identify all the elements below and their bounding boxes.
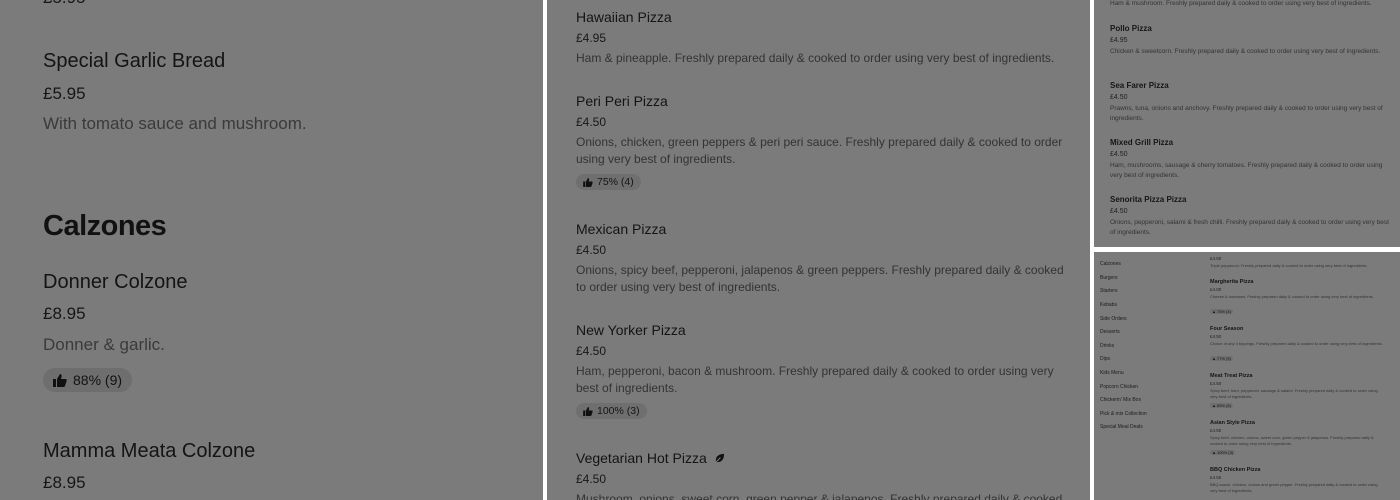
item-description: Ham, pepperoni, bacon & mushroom. Freshl… (576, 364, 1054, 395)
item-name: Pollo Pizza (1110, 24, 1152, 33)
menu-panel-large: £5.95 Special Garlic Bread £5.95 With to… (0, 0, 543, 500)
sidebar-item-burgers[interactable]: Burgers (1100, 275, 1118, 281)
item-name: Sea Farer Pizza (1110, 81, 1169, 90)
thumbs-up-icon (583, 177, 593, 187)
item-price: £8.95 (43, 473, 86, 492)
sidebar-item-drinks[interactable]: Drinks (1100, 343, 1114, 349)
item-price: £5.95 (43, 84, 86, 103)
item-price: £4.50 (1210, 381, 1222, 386)
item-description: Choice of any 4 toppings. Freshly prepar… (1210, 341, 1383, 346)
item-description: Onions, spicy beef, pepperoni, jalapenos… (576, 263, 1064, 294)
rating-badge: ▲ 77% (9) (1210, 356, 1233, 361)
item-name: Vegetarian Hot Pizza (576, 450, 707, 466)
item-name: BBQ Chicken Pizza (1210, 467, 1261, 473)
thumbs-up-icon: ▲ (1212, 309, 1216, 314)
sidebar-item-calzones[interactable]: Calzones (1100, 261, 1121, 267)
item-price: £4.50 (576, 115, 607, 129)
menu-panel-medium: Hawaiian Pizza £4.95 Ham & pineapple. Fr… (547, 0, 1090, 500)
item-price: £4.50 (1210, 334, 1222, 339)
item-description: Donner & garlic. (43, 335, 165, 354)
rating-text: 75% (4) (597, 176, 634, 188)
sidebar-item-kids-menu[interactable]: Kids Menu (1100, 370, 1124, 376)
item-price: £4.50 (1110, 208, 1128, 215)
item-price: £4.95 (1110, 37, 1128, 44)
item-name: Meat Treat Pizza (1210, 373, 1253, 379)
item-name: Mexican Pizza (576, 221, 667, 237)
item-price: £4.00 (1210, 287, 1222, 292)
item-name-row: Vegetarian Hot Pizza (576, 450, 725, 466)
item-price: £4.95 (576, 31, 607, 45)
menu-panel-small: Ham & mushroom. Freshly prepared daily &… (1094, 0, 1400, 247)
sidebar-item-starters[interactable]: Starters (1100, 288, 1118, 294)
item-description: Ham & pineapple. Freshly prepared daily … (576, 51, 1055, 65)
rating-badge: 100% (3) (576, 403, 647, 419)
item-description: With tomato sauce and mushroom. (43, 114, 307, 133)
rating-text: 88% (9) (73, 372, 123, 388)
item-price: £4.50 (576, 344, 607, 358)
item-description: Ham, mushrooms, sausage & cherry tomatoe… (1110, 162, 1383, 179)
rating-text: 75% (4) (1216, 309, 1231, 314)
item-price: £4.50 (1210, 428, 1222, 433)
item-description: Onions, chicken, green peppers & peri pe… (576, 135, 1063, 166)
item-name: Senorita Pizza Pizza (1110, 195, 1187, 204)
item-description: Prawns, tuna, onions and anchovy. Freshl… (1110, 105, 1383, 122)
rating-badge: ▲ 100% (3) (1210, 450, 1236, 455)
item-description: Cheese & tomatoes. Freshly prepared dail… (1210, 294, 1374, 299)
item-price: £8.95 (43, 304, 86, 323)
item-price: £4.50 (576, 472, 607, 486)
thumbs-up-icon: ▲ (1212, 403, 1216, 408)
menu-panel-tiny: Calzones Burgers Starters Kebabs Side Or… (1094, 252, 1400, 500)
thumbs-up-icon: ▲ (1212, 450, 1216, 455)
item-name: Mamma Meata Colzone (43, 440, 256, 462)
rating-text: 83% (6) (1216, 403, 1231, 408)
rating-text: 100% (3) (1216, 450, 1234, 455)
item-description: Spicy beef, chicken, onions, sweet corn,… (1210, 435, 1374, 446)
item-price: £4.50 (1210, 475, 1222, 480)
sidebar-item-pick-and-mix[interactable]: Pick & mix Collection (1100, 411, 1147, 417)
item-price: £4.50 (576, 243, 607, 257)
item-description: Onions, pepperoni, salami & fresh chilli… (1110, 219, 1389, 236)
sidebar-item-chickerin-mix-box[interactable]: Chickerin' Mix Box (1100, 397, 1141, 403)
item-name: Donner Colzone (43, 271, 188, 293)
cut-off-description: Triple pepperoni. Freshly prepared daily… (1210, 263, 1368, 268)
sidebar-item-popcorn-chicken[interactable]: Popcorn Chicken (1100, 384, 1138, 390)
item-name: Special Garlic Bread (43, 50, 226, 72)
rating-badge: 75% (4) (576, 174, 641, 190)
item-name: Peri Peri Pizza (576, 93, 668, 109)
rating-text: 77% (9) (1216, 356, 1231, 361)
item-name: Four Season (1210, 326, 1244, 332)
item-name: Margherita Pizza (1210, 279, 1254, 285)
item-description: BBQ sauce, chicken, onions and green pep… (1210, 482, 1378, 493)
item-name: New Yorker Pizza (576, 322, 686, 338)
rating-badge: ▲ 75% (4) (1210, 309, 1233, 314)
item-price: £4.50 (1110, 94, 1128, 101)
cut-off-price: £5.95 (43, 0, 86, 8)
sidebar-item-desserts[interactable]: Desserts (1100, 329, 1120, 335)
item-description: Spicy beef, ham, pepperoni, sausage & sa… (1210, 388, 1378, 399)
rating-badge: 88% (9) (43, 368, 133, 392)
section-heading-calzones: Calzones (43, 210, 167, 242)
item-name: Hawaiian Pizza (576, 9, 672, 25)
item-name: Mixed Grill Pizza (1110, 138, 1174, 147)
item-name: Asian Style Pizza (1210, 420, 1255, 426)
rating-badge: ▲ 83% (6) (1210, 403, 1233, 408)
sidebar-item-dips[interactable]: Dips (1100, 356, 1110, 362)
sidebar-item-side-orders[interactable]: Side Orders (1100, 316, 1127, 322)
item-description: Chicken & sweetcorn. Freshly prepared da… (1110, 48, 1381, 55)
cut-off-description: Ham & mushroom. Freshly prepared daily &… (1110, 0, 1372, 7)
vegetarian-leaf-icon (714, 453, 724, 464)
sidebar-item-kebabs[interactable]: Kebabs (1100, 302, 1117, 308)
sidebar-item-special-meal-deals[interactable]: Special Meal Deals (1100, 424, 1143, 430)
item-price: £4.50 (1110, 151, 1128, 158)
item-description: Mushroom, onions, sweet corn, green pepp… (576, 492, 1063, 500)
cut-off-price: £4.50 (1210, 256, 1222, 261)
thumbs-up-icon (53, 373, 67, 387)
thumbs-up-icon: ▲ (1212, 356, 1216, 361)
thumbs-up-icon (583, 406, 593, 416)
rating-text: 100% (3) (597, 405, 640, 417)
